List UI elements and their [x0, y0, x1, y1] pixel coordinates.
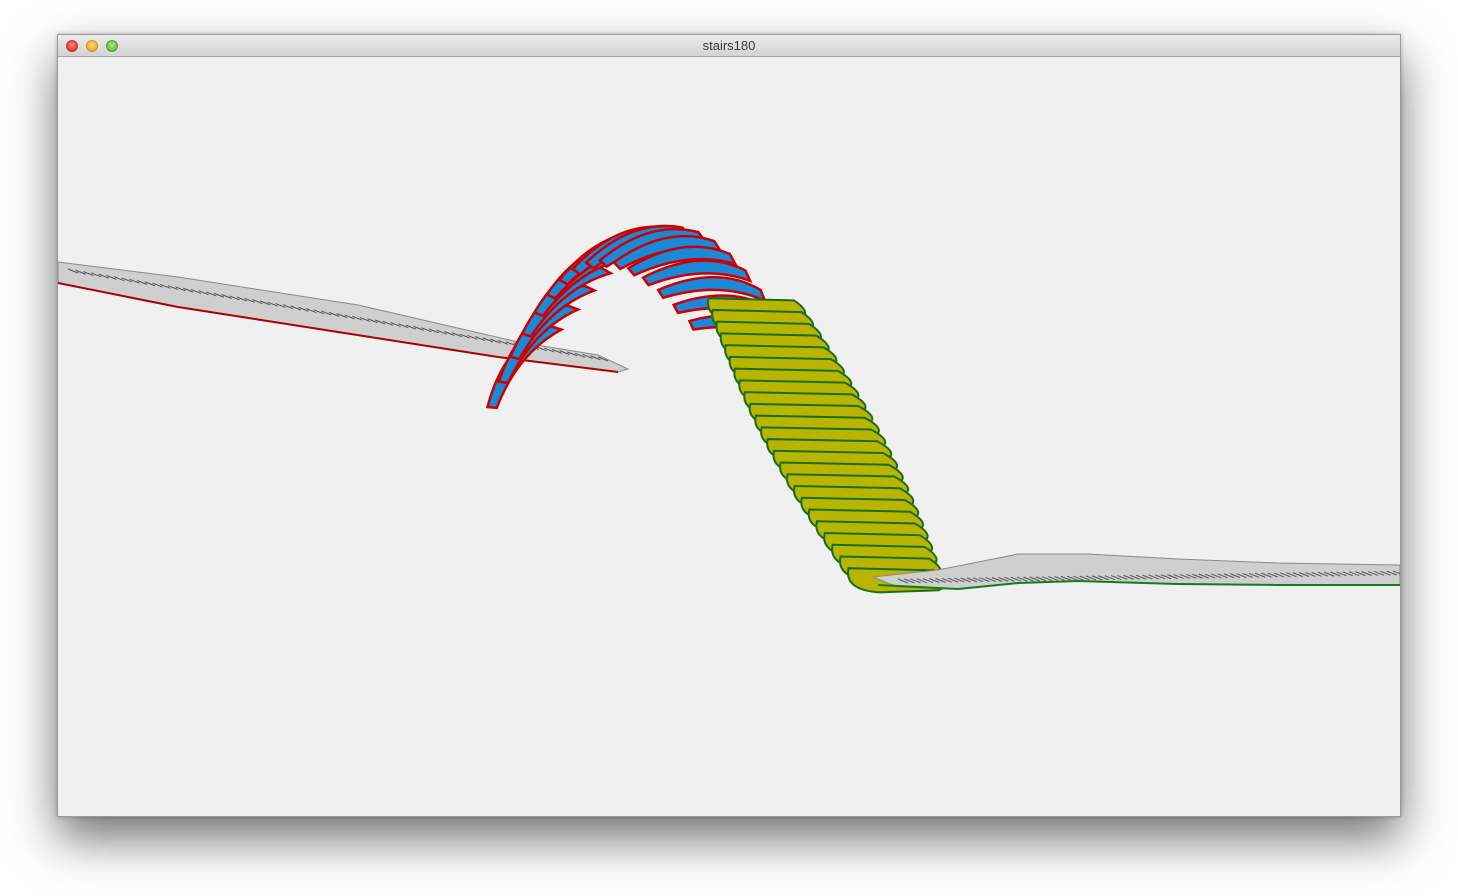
- window-title: stairs180: [702, 38, 756, 53]
- yellow-treads: [707, 297, 947, 594]
- app-window: stairs180: [57, 34, 1401, 817]
- 3d-viewport[interactable]: [58, 57, 1400, 816]
- right-rail: [872, 553, 1400, 591]
- title-bar[interactable]: stairs180: [58, 35, 1400, 57]
- stairs-render: [58, 224, 1400, 594]
